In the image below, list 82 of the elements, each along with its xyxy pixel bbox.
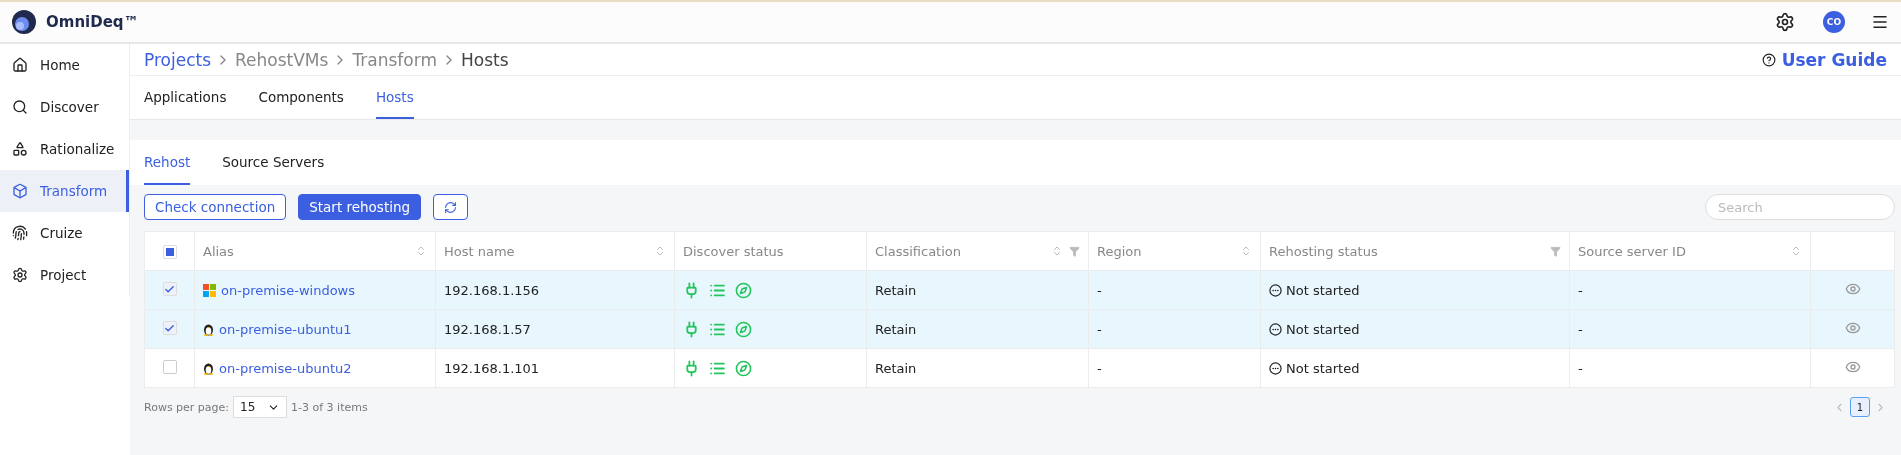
ellipsis-circle-icon	[1269, 361, 1282, 375]
home-icon	[12, 57, 28, 73]
table-cell: 192.168.1.57	[444, 321, 531, 337]
table-cell: 192.168.1.156	[444, 282, 540, 298]
plug-icon	[683, 281, 700, 299]
magnifier-icon	[12, 99, 28, 115]
table-cell: 192.168.1.101	[444, 360, 540, 376]
logo-icon	[12, 10, 36, 34]
table-cell: Retain	[875, 282, 917, 298]
table-cell: -	[1097, 321, 1102, 337]
sidebar-item[interactable]: Cruize	[0, 212, 129, 254]
compass-icon	[735, 281, 752, 299]
windows-logo-icon	[203, 283, 216, 297]
breadcrumb-item[interactable]: RehostVMs	[235, 49, 329, 70]
column-header: Host name	[435, 231, 675, 271]
status-text: Not started	[1286, 360, 1360, 376]
tab[interactable]: Source Servers	[222, 140, 325, 185]
table-cell: -	[1578, 360, 1583, 376]
column-header: Classification	[866, 231, 1089, 271]
row-checkbox[interactable]	[162, 282, 177, 297]
brand-name: OmniDeq™	[46, 13, 139, 31]
sidebar-item[interactable]: Transform	[0, 170, 129, 212]
table-cell: -	[1097, 360, 1102, 376]
page-size-select[interactable]: 15	[233, 396, 288, 418]
user-guide-link[interactable]: User Guide	[1781, 49, 1887, 70]
column-header: Rehosting status	[1260, 231, 1570, 271]
shapes-icon	[12, 141, 28, 157]
ellipsis-circle-icon	[1269, 322, 1282, 336]
compass-icon	[735, 359, 752, 377]
penguin-icon	[203, 322, 214, 336]
settings-icon	[12, 267, 28, 283]
compass-icon	[735, 320, 752, 338]
user-avatar[interactable]: CO	[1823, 11, 1845, 33]
sidebar-item[interactable]: Project	[0, 254, 129, 296]
sort-icon[interactable]	[1240, 245, 1252, 257]
table-cell: Retain	[875, 360, 917, 376]
tab[interactable]: Rehost	[144, 140, 191, 185]
sort-icon[interactable]	[415, 245, 427, 257]
sidebar-item[interactable]: Discover	[0, 86, 129, 128]
refresh-icon	[444, 200, 458, 214]
menu-icon[interactable]	[1871, 13, 1889, 31]
column-header: Region	[1088, 231, 1261, 271]
cube-icon	[12, 183, 28, 199]
page-button[interactable]: 1	[1850, 397, 1870, 417]
fingerprint-icon	[12, 225, 28, 241]
table-cell: -	[1578, 282, 1583, 298]
sort-icon[interactable]	[1790, 245, 1802, 257]
breadcrumb-item[interactable]: Projects	[144, 49, 212, 70]
plug-icon	[683, 320, 700, 338]
row-checkbox[interactable]	[162, 359, 177, 374]
status-text: Not started	[1286, 282, 1360, 298]
check-button[interactable]: Check connection	[144, 194, 287, 220]
plug-icon	[683, 359, 700, 377]
tab[interactable]: Components	[258, 76, 344, 119]
tab[interactable]: Hosts	[375, 76, 414, 119]
help-icon	[1761, 52, 1776, 67]
sidebar-item[interactable]: Home	[0, 44, 129, 86]
penguin-icon	[203, 361, 214, 375]
tab[interactable]: Applications	[144, 76, 227, 119]
ellipsis-circle-icon	[1269, 283, 1282, 297]
table-cell: -	[1578, 321, 1583, 337]
search-field[interactable]: Search	[1705, 194, 1895, 220]
column-header: Alias	[194, 231, 436, 271]
column-header: Discover status	[674, 231, 867, 271]
sidebar-item[interactable]: Rationalize	[0, 128, 129, 170]
select-all-checkbox[interactable]	[162, 244, 177, 259]
status-text: Not started	[1286, 321, 1360, 337]
table-cell: Retain	[875, 321, 917, 337]
column-header: Source server ID	[1569, 231, 1811, 271]
refresh-button[interactable]	[433, 194, 469, 220]
settings-icon[interactable]	[1775, 12, 1795, 32]
filter-icon[interactable]	[1069, 245, 1080, 257]
breadcrumb-item[interactable]: Transform	[352, 49, 437, 70]
sort-icon[interactable]	[654, 245, 666, 257]
table-cell: -	[1097, 282, 1102, 298]
range-text: 1-3 of 3 items	[291, 400, 368, 414]
sort-icon[interactable]	[1051, 245, 1063, 257]
breadcrumb-item: Hosts	[460, 49, 509, 70]
filter-icon[interactable]	[1550, 245, 1561, 257]
row-checkbox[interactable]	[162, 321, 177, 336]
start-button[interactable]: Start rehosting	[298, 194, 422, 220]
rows-per-page-label: Rows per page:	[144, 400, 230, 414]
